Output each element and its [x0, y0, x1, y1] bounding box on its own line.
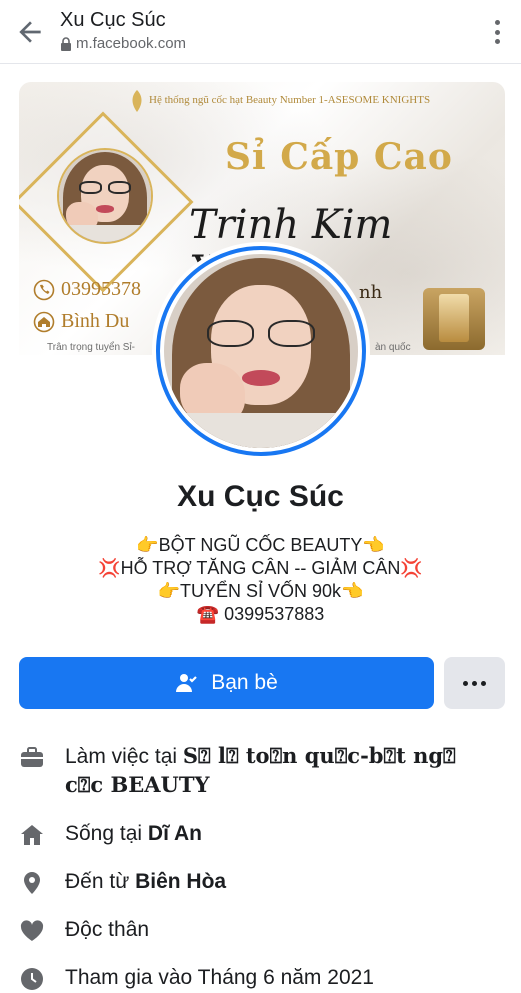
more-options-button[interactable] [444, 657, 505, 709]
cover-address: Bình Du [33, 310, 129, 333]
info-lives-prefix: Sống tại [65, 822, 148, 845]
location-pin-icon [24, 872, 40, 894]
bio-line: 💢HỖ TRỢ TĂNG CÂN -- GIẢM CÂN💢 [98, 558, 423, 578]
home-outline-icon [33, 311, 55, 332]
cover-header-line: Hệ thống ngũ cốc hạt Beauty Number 1-ASE… [149, 94, 431, 106]
page-title-box: Xu Cục Súc m.facebook.com [60, 8, 186, 54]
bio-line: 👉TUYỂN SỈ VỐN 90k👈 [157, 581, 364, 601]
phone-icon [33, 279, 55, 300]
info-from-place[interactable]: Biên Hòa [135, 870, 226, 893]
more-horizontal-icon [463, 680, 468, 686]
info-work-prefix: Làm việc tại [65, 745, 183, 768]
info-relationship-text: Độc thân [65, 918, 150, 941]
briefcase-icon [21, 747, 43, 767]
person-check-icon [176, 674, 197, 692]
info-lives: Sống tại Dĩ An [19, 820, 499, 848]
url-text: m.facebook.com [76, 35, 187, 52]
info-work: Làm việc tại S⍰ l⍰ to⍰n qu⍰c-b⍰t ng⍰ c⍰c… [19, 742, 499, 800]
cover-footer-right: àn quốc [375, 342, 411, 353]
friends-button[interactable]: Bạn bè [19, 657, 434, 709]
clock-icon [21, 968, 43, 990]
info-lives-place[interactable]: Dĩ An [148, 822, 202, 845]
back-arrow-icon[interactable] [14, 16, 46, 48]
bio-line: 👉BỘT NGŨ CỐC BEAUTY👈 [136, 535, 385, 555]
cover-name-tail: nh [359, 282, 383, 303]
cover-portrait [57, 148, 153, 244]
info-from-prefix: Đến từ [65, 870, 136, 893]
profile-name: Xu Cục Súc [177, 480, 344, 513]
story-ring [156, 246, 366, 456]
cover-headline: Sỉ Cấp Cao [225, 136, 453, 178]
info-relationship: Độc thân [19, 916, 499, 944]
friends-button-label: Bạn bè [211, 671, 278, 694]
brand-logo-icon [132, 90, 142, 112]
info-joined-text: Tham gia vào Tháng 6 năm 2021 [65, 966, 374, 989]
cover-footer-left: Trân trọng tuyển Sỉ- [47, 342, 136, 353]
heart-icon [20, 920, 44, 941]
cover-phone: 03995378 [33, 278, 141, 301]
cover-product-image [423, 288, 485, 350]
browser-topbar: Xu Cục Súc m.facebook.com [0, 0, 521, 64]
cover-phone-text: 03995378 [61, 278, 141, 300]
cover-address-text: Bình Du [61, 310, 130, 332]
lock-icon [61, 37, 71, 51]
url-display[interactable]: m.facebook.com [60, 34, 186, 54]
page-title: Xu Cục Súc [60, 9, 166, 31]
profile-bio: 👉BỘT NGŨ CỐC BEAUTY👈 💢HỖ TRỢ TĂNG CÂN --… [0, 534, 521, 626]
profile-avatar[interactable] [152, 242, 370, 460]
more-vertical-icon[interactable] [489, 18, 505, 46]
bio-line: ☎️ 0399537883 [196, 604, 325, 624]
info-from: Đến từ Biên Hòa [19, 868, 499, 896]
info-joined: Tham gia vào Tháng 6 năm 2021 [19, 964, 499, 992]
home-icon [21, 825, 43, 845]
